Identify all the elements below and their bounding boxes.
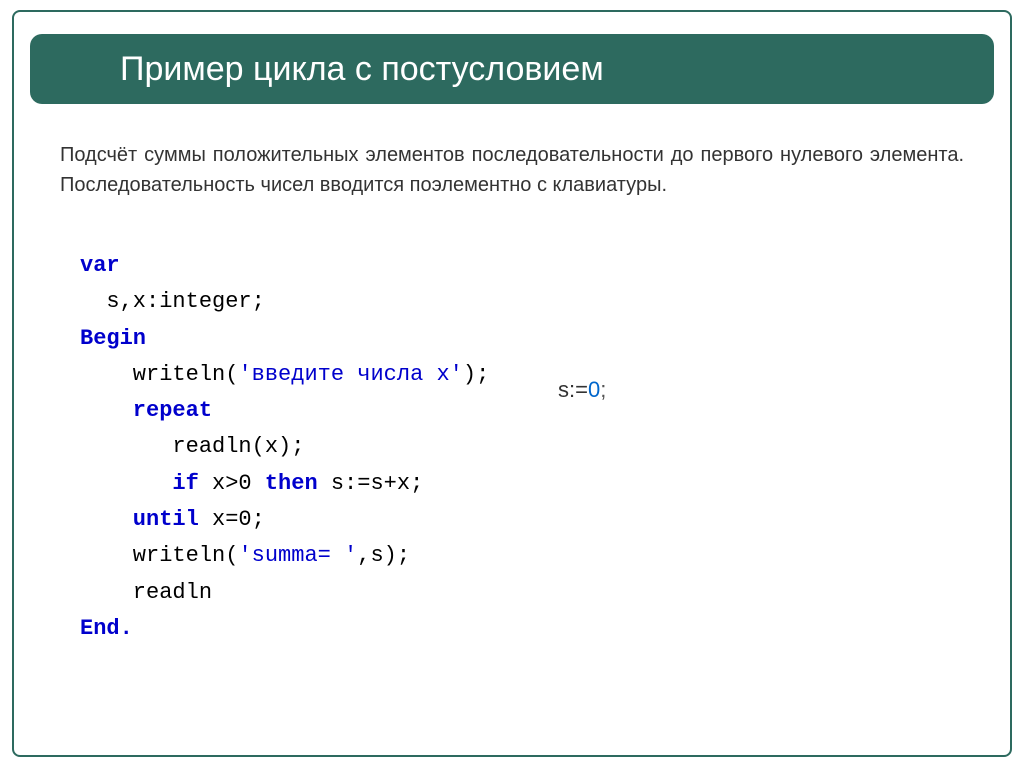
code-writeln2-post: ,s);	[357, 543, 410, 568]
code-readln-x: readln(x);	[80, 429, 964, 465]
code-if-mid: x>0	[199, 471, 265, 496]
annotation-zero: 0	[588, 377, 600, 402]
code-if-post: s:=s+x;	[318, 471, 424, 496]
annotation-semi: ;	[600, 377, 606, 402]
code-if-pre	[80, 471, 172, 496]
code-annotation: s:=0;	[558, 377, 606, 403]
slide-title: Пример цикла с постусловием	[120, 50, 604, 89]
code-block: var s,x:integer; Begin writeln('введите …	[80, 248, 964, 647]
kw-begin: Begin	[80, 326, 146, 351]
description-text: Подсчёт суммы положительных элементов по…	[60, 140, 964, 200]
kw-repeat: repeat	[80, 398, 212, 423]
code-writeln2-str: 'summa= '	[238, 543, 357, 568]
kw-end: End.	[80, 616, 133, 641]
kw-until: until	[80, 507, 199, 532]
code-until-cond: x=0;	[199, 507, 265, 532]
annotation-prefix: s:=	[558, 377, 588, 402]
code-writeln1-pre: writeln(	[80, 362, 238, 387]
kw-then: then	[265, 471, 318, 496]
kw-var: var	[80, 253, 120, 278]
code-writeln2-pre: writeln(	[80, 543, 238, 568]
code-readln-final: readln	[80, 575, 964, 611]
code-writeln1-str: 'введите числа x'	[238, 362, 462, 387]
code-writeln1-post: );	[463, 362, 489, 387]
kw-if: if	[172, 471, 198, 496]
code-decl: s,x:integer;	[80, 284, 964, 320]
header-bar: Пример цикла с постусловием	[30, 34, 994, 104]
